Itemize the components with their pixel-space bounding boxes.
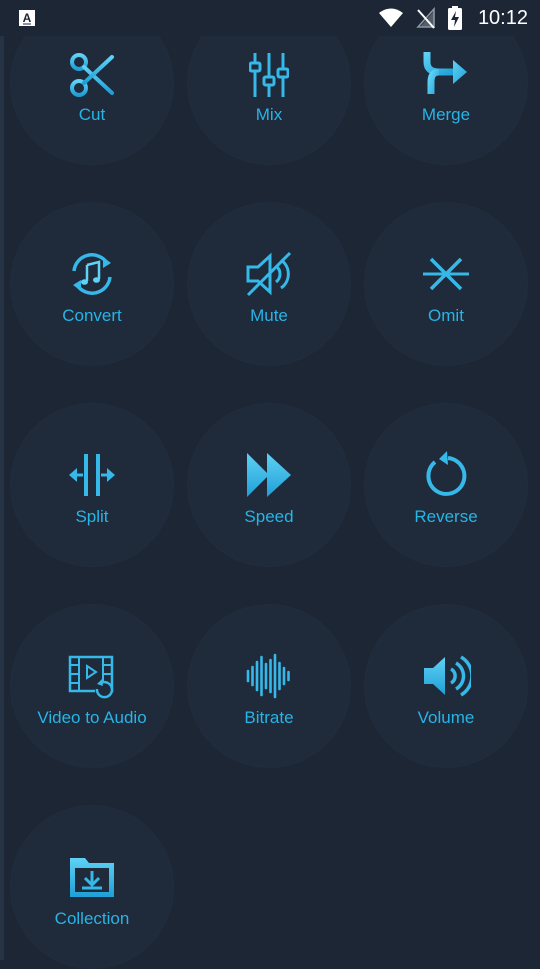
tool-label: Reverse <box>414 507 478 526</box>
tool-label: Speed <box>244 507 294 526</box>
tool-video-to-audio[interactable]: Video to Audio <box>10 604 174 768</box>
tool-label: Collection <box>54 909 130 928</box>
speaker-volume-icon <box>420 650 472 702</box>
tool-collection[interactable]: Collection <box>10 805 174 969</box>
convert-music-icon <box>66 248 118 300</box>
status-bar: A 10:12 <box>0 0 540 36</box>
tool-mute[interactable]: Mute <box>187 202 351 366</box>
battery-charging-icon <box>447 6 462 30</box>
tool-label: Omit <box>428 306 464 325</box>
svg-text:A: A <box>23 11 32 25</box>
folder-download-icon <box>66 851 118 903</box>
tool-label: Mix <box>255 105 283 124</box>
tool-label: Volume <box>417 708 475 727</box>
scissors-icon <box>66 49 118 101</box>
tool-bitrate[interactable]: Bitrate <box>187 604 351 768</box>
film-convert-icon <box>66 650 118 702</box>
tool-convert[interactable]: Convert <box>10 202 174 366</box>
omit-icon <box>420 248 472 300</box>
merge-arrow-icon <box>420 47 472 99</box>
tool-label: Merge <box>421 105 471 124</box>
a-letter-icon: A <box>18 9 36 27</box>
tool-label: Mute <box>250 306 288 325</box>
status-time: 10:12 <box>477 6 528 29</box>
sliders-icon <box>243 49 295 101</box>
speaker-mute-icon <box>243 248 295 300</box>
tool-volume[interactable]: Volume <box>364 604 528 768</box>
tool-label: Split <box>75 507 109 526</box>
tool-speed[interactable]: Speed <box>187 403 351 567</box>
no-signal-icon <box>416 7 436 29</box>
tool-label: Video to Audio <box>37 708 147 727</box>
tool-reverse[interactable]: Reverse <box>364 403 528 567</box>
split-icon <box>66 449 118 501</box>
reverse-icon <box>420 449 472 501</box>
waveform-icon <box>243 650 295 702</box>
tool-omit[interactable]: Omit <box>364 202 528 366</box>
fast-forward-icon <box>243 449 295 501</box>
tool-label: Convert <box>62 306 122 325</box>
tool-label: Bitrate <box>244 708 294 727</box>
wifi-icon <box>378 8 404 28</box>
tool-label: Cut <box>78 105 106 124</box>
tool-split[interactable]: Split <box>10 403 174 567</box>
tools-grid: Cut Mix Merge Convert Mute Omit Split Sp… <box>0 0 540 969</box>
